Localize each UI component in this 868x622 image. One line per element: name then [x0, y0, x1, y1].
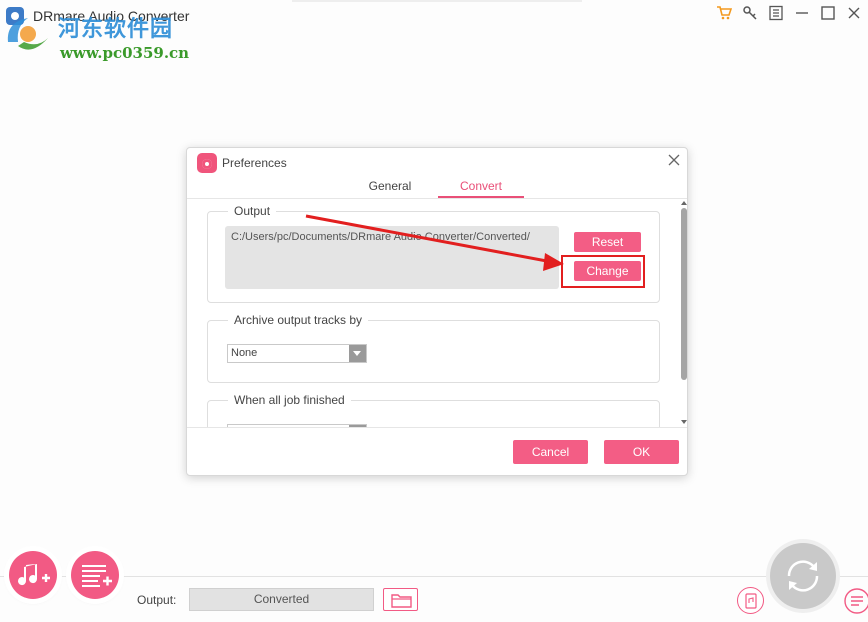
- output-label: Output:: [137, 593, 177, 607]
- scroll-up-arrow-icon[interactable]: [681, 201, 687, 205]
- audio-format-icon: [745, 593, 757, 609]
- app-window: DRmare Audio Converter 河东软件园 www.pc0359.…: [0, 0, 868, 622]
- add-list-button[interactable]: [71, 551, 119, 599]
- ok-button[interactable]: OK: [604, 440, 679, 464]
- dialog-app-icon: [197, 153, 217, 173]
- dialog-scrollbar[interactable]: [680, 201, 688, 427]
- scrollbar-thumb[interactable]: [681, 208, 687, 380]
- add-music-button[interactable]: [9, 551, 57, 599]
- close-icon[interactable]: [844, 3, 864, 23]
- footer-divider: [187, 427, 687, 428]
- output-folder-field[interactable]: Converted: [189, 588, 374, 611]
- cart-icon[interactable]: [714, 3, 734, 23]
- maximize-icon[interactable]: [818, 3, 838, 23]
- archive-group: Archive output tracks by None: [207, 313, 660, 383]
- bottom-divider: [0, 576, 868, 577]
- open-folder-button[interactable]: [383, 588, 418, 611]
- watermark-logo-icon: [7, 18, 48, 50]
- chevron-down-icon[interactable]: [349, 345, 366, 362]
- tab-general[interactable]: General: [342, 179, 438, 198]
- finish-group: When all job finished: [207, 393, 660, 427]
- task-list-icon: [844, 588, 868, 614]
- tab-convert[interactable]: Convert: [438, 179, 524, 198]
- archive-select[interactable]: None: [227, 344, 367, 363]
- menu-icon[interactable]: [766, 3, 786, 23]
- dialog-title: Preferences: [222, 156, 287, 170]
- finish-group-label: When all job finished: [228, 393, 351, 407]
- settings-content: Output C:/Users/pc/Documents/DRmare Audi…: [187, 199, 680, 427]
- title-controls: [714, 3, 864, 23]
- archive-group-label: Archive output tracks by: [228, 313, 369, 327]
- output-path-field[interactable]: C:/Users/pc/Documents/DRmare Audio Conve…: [225, 226, 559, 289]
- convert-button[interactable]: [770, 543, 836, 609]
- top-strip: [292, 0, 582, 2]
- key-icon[interactable]: [740, 3, 760, 23]
- watermark-text: 河东软件园: [58, 16, 174, 42]
- archive-select-value: None: [231, 347, 258, 359]
- add-music-icon: [18, 564, 50, 586]
- output-group-label: Output: [228, 204, 277, 218]
- folder-icon: [391, 594, 412, 608]
- format-button[interactable]: [737, 587, 764, 614]
- preferences-dialog: Preferences General Convert Output C:/Us…: [186, 147, 688, 476]
- scroll-down-arrow-icon[interactable]: [681, 420, 687, 424]
- output-group: Output C:/Users/pc/Documents/DRmare Audi…: [207, 204, 660, 303]
- dialog-close-icon[interactable]: [666, 152, 682, 168]
- convert-refresh-icon: [787, 560, 819, 592]
- add-list-icon: [82, 565, 112, 587]
- cancel-button[interactable]: Cancel: [513, 440, 588, 464]
- tab-bar: General Convert: [187, 179, 687, 199]
- change-highlight-box: [561, 255, 645, 288]
- watermark-url: www.pc0359.cn: [60, 44, 190, 62]
- reset-button[interactable]: Reset: [574, 232, 641, 252]
- task-list-button[interactable]: [843, 587, 868, 614]
- minimize-icon[interactable]: [792, 3, 812, 23]
